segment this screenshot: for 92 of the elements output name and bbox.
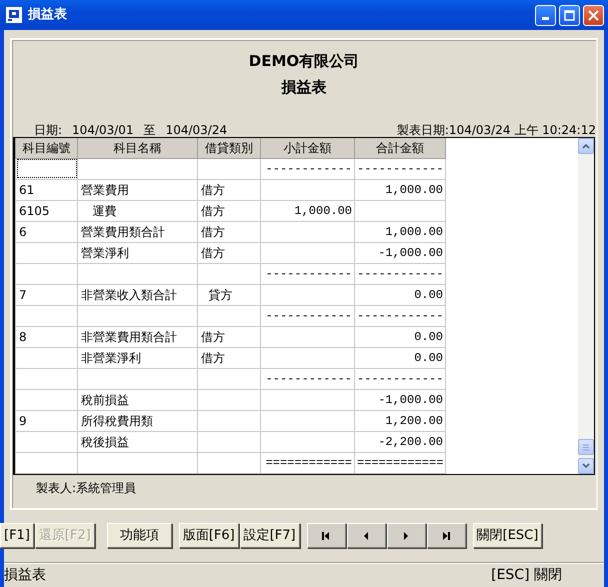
table-cell: 營業費用 xyxy=(78,179,198,200)
period-label: 日期: xyxy=(34,123,62,137)
nav-button[interactable] xyxy=(386,523,426,548)
period-from: 104/03/01 xyxy=(72,123,134,137)
table-cell: ------------ xyxy=(354,368,446,390)
table-cell: 借方 xyxy=(198,347,260,368)
table-cell: 營業費用類合計 xyxy=(78,221,198,242)
column-header[interactable]: 科目名稱 xyxy=(78,138,198,158)
company-name: DEMO有限公司 xyxy=(248,51,360,71)
table-cell: 借方 xyxy=(198,242,260,264)
status-hint: [ESC] 關閉 xyxy=(491,566,562,585)
chevron-down-icon xyxy=(582,463,590,469)
table-cell: 借方 xyxy=(198,326,260,348)
scrollbar[interactable] xyxy=(578,138,594,474)
table-cell: ============ xyxy=(260,452,354,474)
close-icon xyxy=(588,10,599,20)
table-cell: 運費 xyxy=(78,200,198,222)
table-cell: 6 xyxy=(16,221,78,242)
first-icon xyxy=(321,530,332,540)
scroll-up-button[interactable] xyxy=(578,138,594,154)
grip-icon xyxy=(582,444,590,450)
toolbar-button[interactable]: 功能項 xyxy=(106,523,172,548)
table-cell: 7 xyxy=(16,284,78,306)
table-cell: 營業淨利 xyxy=(78,242,198,264)
table-cell: 貸方 xyxy=(198,284,260,306)
nav-button[interactable] xyxy=(426,523,466,548)
table-cell: ------------ xyxy=(354,158,446,180)
table-cell: -2,200.00 xyxy=(354,431,446,452)
table-cell: 0.00 xyxy=(354,347,446,368)
report-title: 損益表 xyxy=(280,77,328,97)
table-cell: ------------ xyxy=(260,158,354,180)
toolbar-button[interactable]: 版面[F6] xyxy=(178,523,239,548)
table-cell: ------------ xyxy=(260,263,354,284)
table-cell: 6105 xyxy=(16,200,78,222)
minimize-button[interactable] xyxy=(535,4,556,26)
table-cell: 稅後損益 xyxy=(78,431,198,452)
scroll-down-button[interactable] xyxy=(578,458,594,474)
column-header[interactable]: 借貸類別 xyxy=(198,138,260,158)
last-icon xyxy=(441,530,452,540)
table-cell: 61 xyxy=(16,179,78,200)
nav-button[interactable] xyxy=(306,523,346,548)
chevron-up-icon xyxy=(582,143,590,149)
period-separator: 至 xyxy=(144,123,156,137)
table-cell xyxy=(198,368,260,390)
table-cell: 1,000.00 xyxy=(354,179,446,200)
table-cell: 1,000.00 xyxy=(260,200,354,222)
table-cell: 9 xyxy=(16,410,78,432)
table-cell: 非營業費用類合計 xyxy=(78,326,198,348)
period-to: 104/03/24 xyxy=(166,123,228,137)
preparer-label: 製表人:系統管理員 xyxy=(36,481,138,495)
print-date: 製表日期:104/03/24 上午 10:24:12 xyxy=(396,123,596,137)
table-cell: ============ xyxy=(354,452,446,474)
table-cell: ------------ xyxy=(260,368,354,390)
toolbar-button[interactable]: 設定[F7] xyxy=(240,523,300,548)
nav-button[interactable] xyxy=(346,523,386,548)
table-cell: 1,000.00 xyxy=(354,221,446,242)
table-cell: 借方 xyxy=(198,200,260,222)
table-cell xyxy=(198,410,260,432)
toolbar-button[interactable]: 關閉[ESC] xyxy=(472,523,542,548)
table-cell: 8 xyxy=(16,326,78,348)
table-cell: 1,200.00 xyxy=(354,410,446,432)
minimize-icon xyxy=(542,16,549,20)
table-cell: 借方 xyxy=(198,179,260,200)
table-cell xyxy=(198,263,260,284)
table-cell: ------------ xyxy=(354,263,446,284)
column-header[interactable]: 科目編號 xyxy=(16,138,78,158)
toolbar-button[interactable]: [F1] xyxy=(0,523,34,548)
close-button[interactable] xyxy=(583,4,604,26)
scroll-thumb[interactable] xyxy=(578,439,594,455)
table-cell xyxy=(198,431,260,452)
table-cell: 0.00 xyxy=(354,326,446,348)
status-text: 損益表 xyxy=(4,566,46,585)
table-cell: 稅前損益 xyxy=(78,389,198,410)
table-cell xyxy=(198,452,260,474)
window-title: 損益表 xyxy=(28,6,67,24)
table-cell: ------------ xyxy=(354,305,446,326)
column-header[interactable]: 小計金額 xyxy=(260,138,354,158)
column-header[interactable]: 合計金額 xyxy=(354,138,446,158)
table-cell: -1,000.00 xyxy=(354,242,446,264)
app-icon xyxy=(6,7,22,23)
table-cell xyxy=(198,305,260,326)
table-cell: ------------ xyxy=(260,305,354,326)
table-cell xyxy=(198,158,260,180)
table-cell: -1,000.00 xyxy=(354,389,446,410)
table-cell: 非營業淨利 xyxy=(78,347,198,368)
table-cell xyxy=(198,389,260,410)
maximize-button[interactable] xyxy=(559,4,580,26)
table-cell: 0.00 xyxy=(354,284,446,306)
table-cell: 所得稅費用類 xyxy=(78,410,198,432)
table-cell: 借方 xyxy=(198,221,260,242)
maximize-icon xyxy=(564,10,575,20)
table-cell: 非營業收入類合計 xyxy=(78,284,198,306)
